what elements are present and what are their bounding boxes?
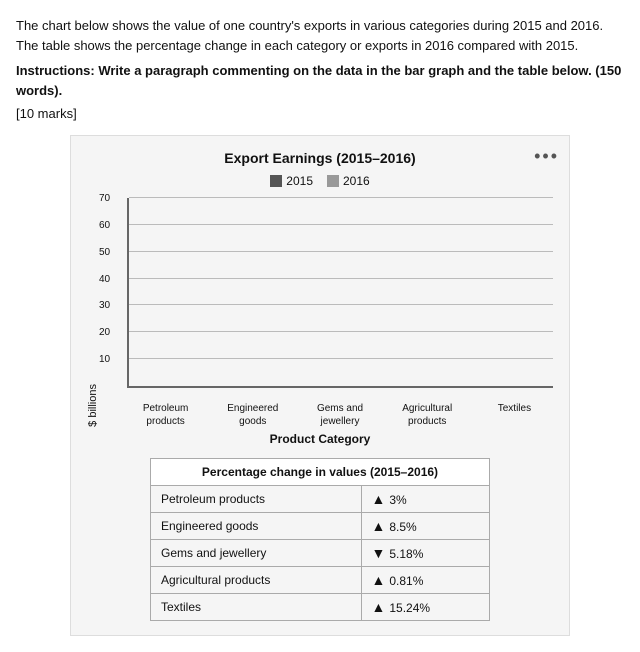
chart-title: Export Earnings (2015–2016) — [87, 150, 553, 166]
y-label-10: 10 — [99, 354, 110, 365]
chart-area: $ billions 10 20 30 40 50 60 — [87, 198, 553, 398]
x-label-agricultural: Agriculturalproducts — [389, 402, 466, 428]
table-cell-value: ▼5.18% — [361, 540, 489, 567]
x-label-engineered: Engineeredgoods — [214, 402, 291, 428]
percentage-value: 8.5% — [389, 520, 416, 534]
table-wrapper: Percentage change in values (2015–2016) … — [150, 458, 490, 621]
legend-2015: 2015 — [270, 174, 313, 188]
arrow-down-icon: ▼ — [372, 545, 386, 561]
table-cell-category: Gems and jewellery — [151, 540, 362, 567]
table-cell-category: Agricultural products — [151, 567, 362, 594]
chart-plot-area: 10 20 30 40 50 60 70 — [127, 198, 553, 388]
intro-section: The chart below shows the value of one c… — [16, 16, 624, 121]
x-axis-title: Product Category — [87, 432, 553, 446]
percentage-value: 3% — [389, 493, 406, 507]
arrow-up-icon: ▲ — [372, 491, 386, 507]
y-axis-label: $ billions — [87, 384, 99, 427]
arrow-up-icon: ▲ — [372, 572, 386, 588]
arrow-up-icon: ▲ — [372, 599, 386, 615]
legend-box-2016 — [327, 175, 339, 187]
chart-container: ••• Export Earnings (2015–2016) 2015 201… — [70, 135, 570, 636]
table-cell-value: ▲3% — [361, 486, 489, 513]
percentage-value: 5.18% — [389, 547, 423, 561]
table-cell-category: Petroleum products — [151, 486, 362, 513]
marks-label: [10 marks] — [16, 106, 624, 121]
table-row: Gems and jewellery▼5.18% — [151, 540, 490, 567]
legend-label-2016: 2016 — [343, 174, 370, 188]
y-label-30: 30 — [99, 300, 110, 311]
arrow-up-icon: ▲ — [372, 518, 386, 534]
y-axis-label-wrapper: $ billions — [87, 206, 99, 605]
intro-text: The chart below shows the value of one c… — [16, 16, 624, 55]
legend-2016: 2016 — [327, 174, 370, 188]
x-label-textiles: Textiles — [476, 402, 553, 428]
table-row: Petroleum products▲3% — [151, 486, 490, 513]
bars-container — [129, 198, 553, 386]
data-table: Percentage change in values (2015–2016) … — [150, 458, 490, 621]
table-cell-value: ▲15.24% — [361, 594, 489, 621]
x-label-gems: Gems andjewellery — [301, 402, 378, 428]
y-label-60: 60 — [99, 220, 110, 231]
table-row: Textiles▲15.24% — [151, 594, 490, 621]
chart-legend: 2015 2016 — [87, 174, 553, 188]
y-label-50: 50 — [99, 247, 110, 258]
legend-label-2015: 2015 — [286, 174, 313, 188]
percentage-value: 15.24% — [389, 601, 430, 615]
y-label-20: 20 — [99, 327, 110, 338]
table-row: Agricultural products▲0.81% — [151, 567, 490, 594]
intro-instruction: Instructions: Write a paragraph commenti… — [16, 61, 624, 100]
table-header: Percentage change in values (2015–2016) — [151, 459, 490, 486]
legend-box-2015 — [270, 175, 282, 187]
percentage-value: 0.81% — [389, 574, 423, 588]
y-label-40: 40 — [99, 274, 110, 285]
table-cell-value: ▲0.81% — [361, 567, 489, 594]
y-label-70: 70 — [99, 193, 110, 204]
x-labels: Petroleumproducts Engineeredgoods Gems a… — [87, 402, 553, 428]
more-options-icon[interactable]: ••• — [534, 146, 559, 167]
x-label-petroleum: Petroleumproducts — [127, 402, 204, 428]
table-cell-category: Textiles — [151, 594, 362, 621]
